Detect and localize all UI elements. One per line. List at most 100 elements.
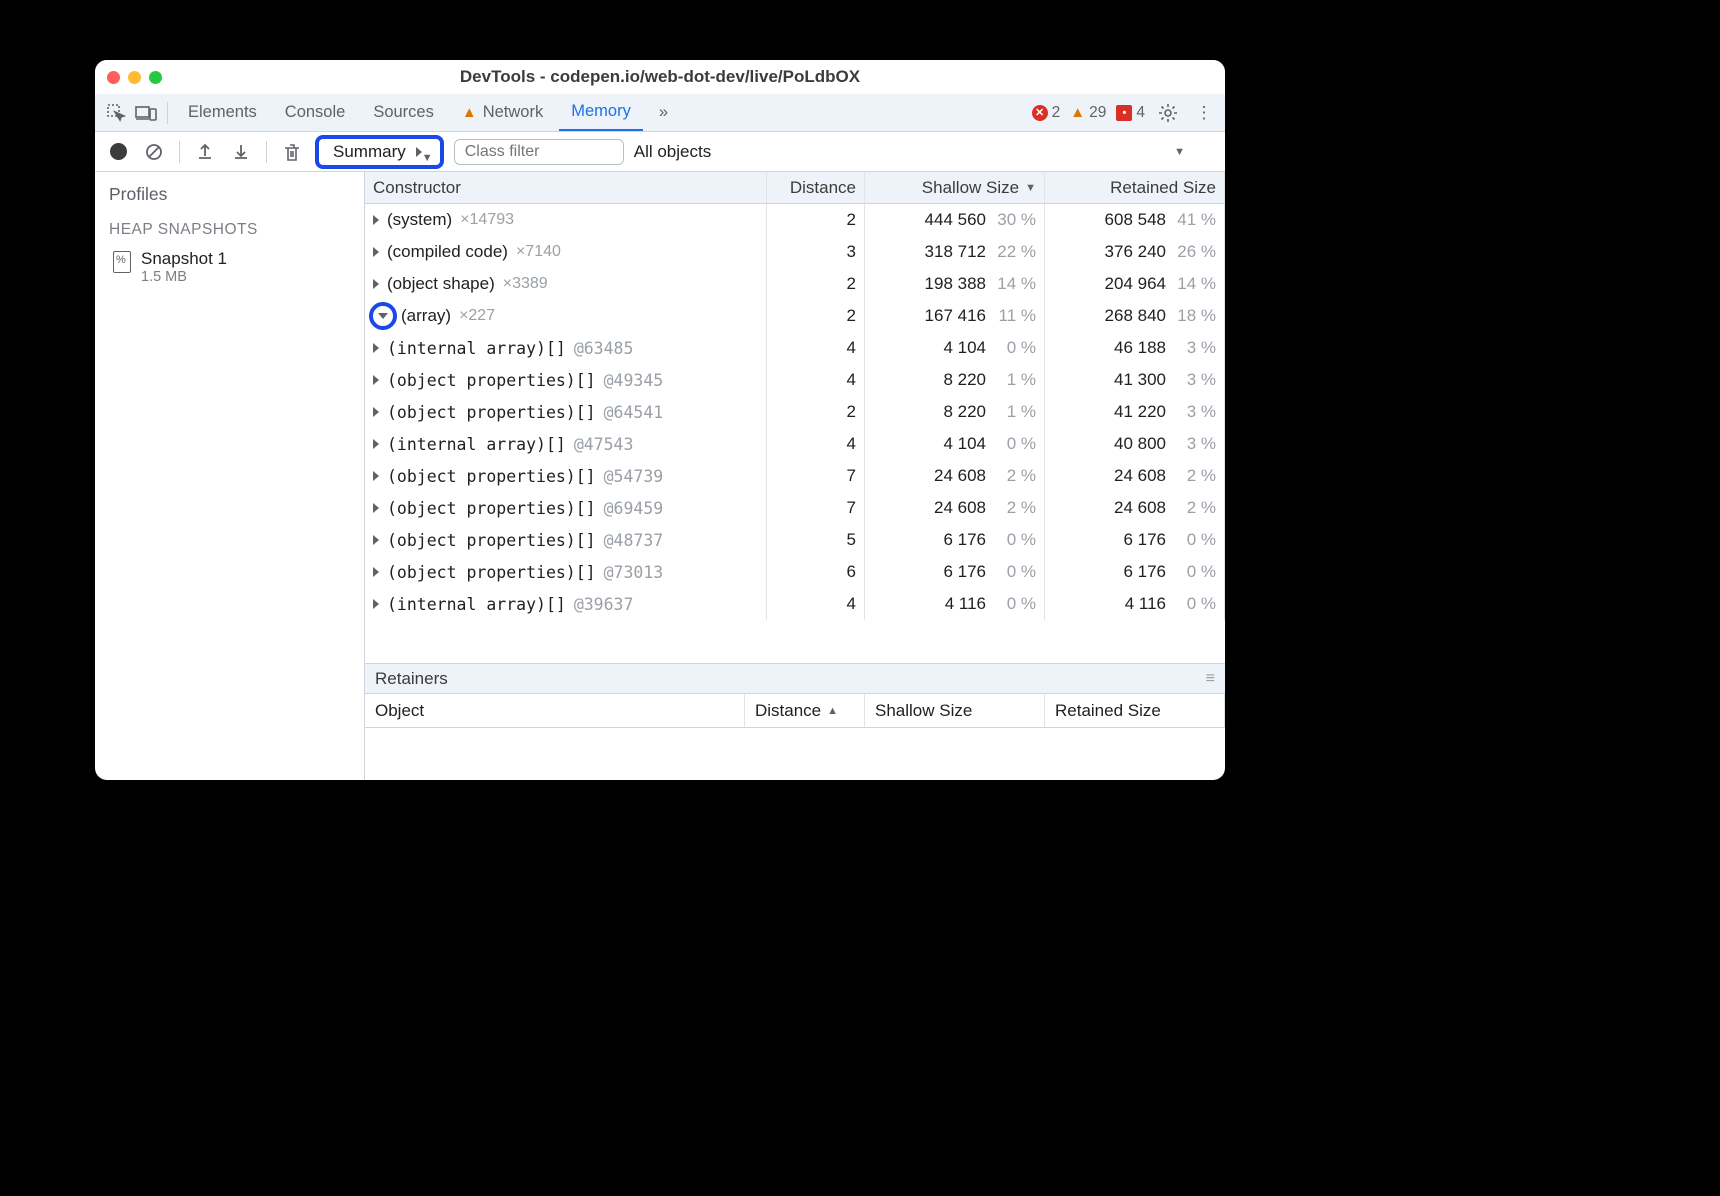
expand-toggle-icon[interactable] — [373, 471, 379, 481]
constructor-cell[interactable]: (object shape)×3389 — [365, 268, 767, 300]
shallow-size-value: 167 416 — [925, 306, 986, 326]
ret-col-distance[interactable]: Distance ▲ — [745, 694, 865, 727]
snapshot-item[interactable]: Snapshot 1 1.5 MB — [95, 245, 364, 289]
retained-size-pct: 41 % — [1172, 210, 1216, 230]
pane-menu-icon[interactable]: ≡ — [1206, 670, 1215, 688]
import-icon[interactable] — [228, 139, 254, 165]
expand-toggle-icon[interactable] — [373, 535, 379, 545]
error-indicator[interactable]: ✕ 2 — [1032, 104, 1061, 122]
object-id: @69459 — [604, 499, 664, 518]
constructor-cell[interactable]: (object properties)[]@49345 — [365, 364, 767, 396]
retained-size-pct: 18 % — [1172, 306, 1216, 326]
tab-overflow[interactable]: » — [647, 94, 680, 131]
expand-toggle-icon[interactable] — [373, 407, 379, 417]
retained-size-cell: 376 24026 % — [1045, 236, 1225, 268]
kebab-menu-icon[interactable]: ⋮ — [1191, 100, 1217, 126]
ret-col-object[interactable]: Object — [365, 694, 745, 727]
shallow-size-cell: 318 71222 % — [865, 236, 1045, 268]
expand-toggle-icon[interactable] — [373, 247, 379, 257]
distance-cell: 2 — [767, 204, 865, 236]
retained-size-cell: 40 8003 % — [1045, 428, 1225, 460]
retained-size-pct: 3 % — [1172, 338, 1216, 358]
issue-icon: • — [1116, 105, 1132, 121]
retained-size-value: 4 116 — [1125, 594, 1166, 614]
expand-toggle-icon[interactable] — [373, 599, 379, 609]
col-constructor[interactable]: Constructor — [365, 172, 767, 204]
ret-col-retained[interactable]: Retained Size — [1045, 694, 1225, 727]
object-id: @48737 — [604, 531, 664, 550]
device-toolbar-icon[interactable] — [133, 100, 159, 126]
instance-count: ×14793 — [460, 211, 514, 229]
minimize-window-button[interactable] — [128, 71, 141, 84]
shallow-size-value: 6 176 — [943, 530, 986, 550]
clear-button[interactable] — [141, 139, 167, 165]
collect-garbage-icon[interactable] — [279, 139, 305, 165]
shallow-size-cell: 8 2201 % — [865, 396, 1045, 428]
constructor-cell[interactable]: (compiled code)×7140 — [365, 236, 767, 268]
constructor-cell[interactable]: (object properties)[] @69459 — [365, 492, 767, 524]
col-retained-size[interactable]: Retained Size — [1045, 172, 1225, 204]
expand-down-icon[interactable] — [378, 313, 388, 319]
retained-size-value: 376 240 — [1105, 242, 1166, 262]
shallow-size-value: 6 176 — [943, 562, 986, 582]
constructor-name: (array) — [401, 306, 451, 326]
tab-memory[interactable]: Memory — [559, 94, 643, 131]
inspect-element-icon[interactable] — [103, 100, 129, 126]
tab-console[interactable]: Console — [273, 94, 358, 131]
distance-cell: 6 — [767, 556, 865, 588]
retained-size-value: 41 300 — [1114, 370, 1166, 390]
tab-network[interactable]: ▲ Network — [450, 94, 555, 131]
expand-toggle-icon[interactable] — [373, 503, 379, 513]
object-scope-selector[interactable]: All objects ▼ — [634, 142, 1215, 162]
expand-toggle-icon[interactable] — [373, 215, 379, 225]
constructor-name: (object properties)[] — [387, 499, 596, 518]
settings-icon[interactable] — [1155, 100, 1181, 126]
tab-sources[interactable]: Sources — [361, 94, 446, 131]
constructor-cell[interactable]: (object properties)[]@73013 — [365, 556, 767, 588]
expand-toggle-icon[interactable] — [373, 439, 379, 449]
distance-cell: 2 — [767, 396, 865, 428]
retainers-title-bar: Retainers ≡ — [365, 664, 1225, 694]
retained-size-cell: 268 840 18 % — [1045, 300, 1225, 332]
shallow-size-pct: 1 % — [992, 402, 1036, 422]
close-window-button[interactable] — [107, 71, 120, 84]
retained-size-cell: 608 54841 % — [1045, 204, 1225, 236]
constructor-cell[interactable]: (internal array)[]@47543 — [365, 428, 767, 460]
expand-toggle-icon[interactable] — [373, 567, 379, 577]
shallow-size-cell: 444 56030 % — [865, 204, 1045, 236]
shallow-size-pct: 2 % — [992, 466, 1036, 486]
expand-toggle-highlighted[interactable] — [369, 302, 397, 330]
constructor-cell[interactable]: (array)×227 — [365, 300, 767, 332]
expand-toggle-icon[interactable] — [373, 375, 379, 385]
constructor-cell[interactable]: (object properties)[]@48737 — [365, 524, 767, 556]
constructor-cell[interactable]: (system)×14793 — [365, 204, 767, 236]
error-count: 2 — [1052, 104, 1061, 122]
view-selector[interactable]: Summary ▼ — [315, 135, 444, 169]
export-icon[interactable] — [192, 139, 218, 165]
shallow-size-pct: 0 % — [992, 530, 1036, 550]
expand-toggle-icon[interactable] — [373, 279, 379, 289]
zoom-window-button[interactable] — [149, 71, 162, 84]
constructor-name: (internal array)[] — [387, 595, 566, 614]
retained-size-value: 268 840 — [1105, 306, 1166, 326]
class-filter-input[interactable] — [454, 139, 624, 165]
object-id: @73013 — [604, 563, 664, 582]
constructor-cell[interactable]: (object properties)[]@64541 — [365, 396, 767, 428]
retained-size-pct: 3 % — [1172, 434, 1216, 454]
col-shallow-size[interactable]: Shallow Size ▼ — [865, 172, 1045, 204]
dropdown-caret-icon: ▼ — [416, 147, 422, 157]
expand-toggle-icon[interactable] — [373, 343, 379, 353]
shallow-size-value: 318 712 — [925, 242, 986, 262]
constructor-cell[interactable]: (internal array)[]@63485 — [365, 332, 767, 364]
constructor-cell[interactable]: (object properties)[]@54739 — [365, 460, 767, 492]
tab-elements[interactable]: Elements — [176, 94, 269, 131]
shallow-size-pct: 2 % — [992, 498, 1036, 518]
ret-col-shallow[interactable]: Shallow Size — [865, 694, 1045, 727]
col-distance[interactable]: Distance — [767, 172, 865, 204]
warning-indicator[interactable]: ▲ 29 — [1070, 104, 1106, 122]
memory-toolbar: Summary ▼ All objects ▼ — [95, 132, 1225, 172]
constructor-cell[interactable]: (internal array)[]@39637 — [365, 588, 767, 620]
issues-indicator[interactable]: • 4 — [1116, 104, 1145, 122]
record-button[interactable] — [105, 139, 131, 165]
shallow-size-pct: 0 % — [992, 434, 1036, 454]
